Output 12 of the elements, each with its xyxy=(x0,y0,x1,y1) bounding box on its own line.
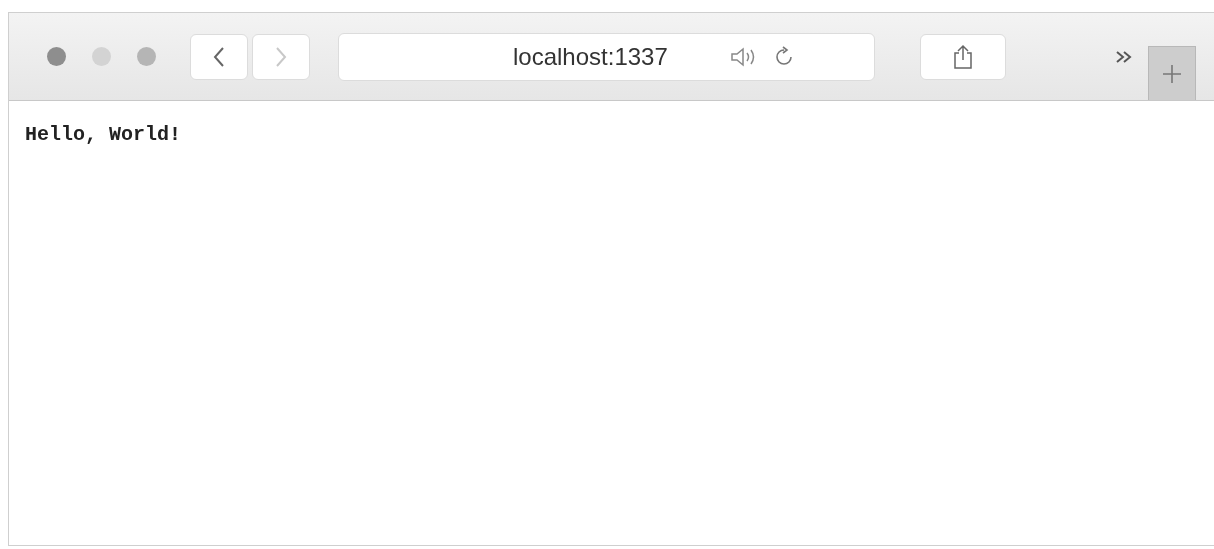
share-icon xyxy=(952,43,974,70)
reload-icon[interactable] xyxy=(773,45,794,68)
close-button[interactable] xyxy=(47,47,66,66)
share-button[interactable] xyxy=(920,33,1006,80)
page-text: Hello, World! xyxy=(25,123,182,146)
url-text: localhost:1337 xyxy=(513,42,668,71)
zoom-button[interactable] xyxy=(137,47,156,66)
address-bar[interactable]: localhost:1337 xyxy=(338,32,875,81)
plus-icon xyxy=(1161,62,1183,85)
back-button[interactable] xyxy=(190,33,248,80)
new-tab-button[interactable] xyxy=(1148,46,1196,100)
chevron-icon[interactable] xyxy=(1114,48,1134,65)
